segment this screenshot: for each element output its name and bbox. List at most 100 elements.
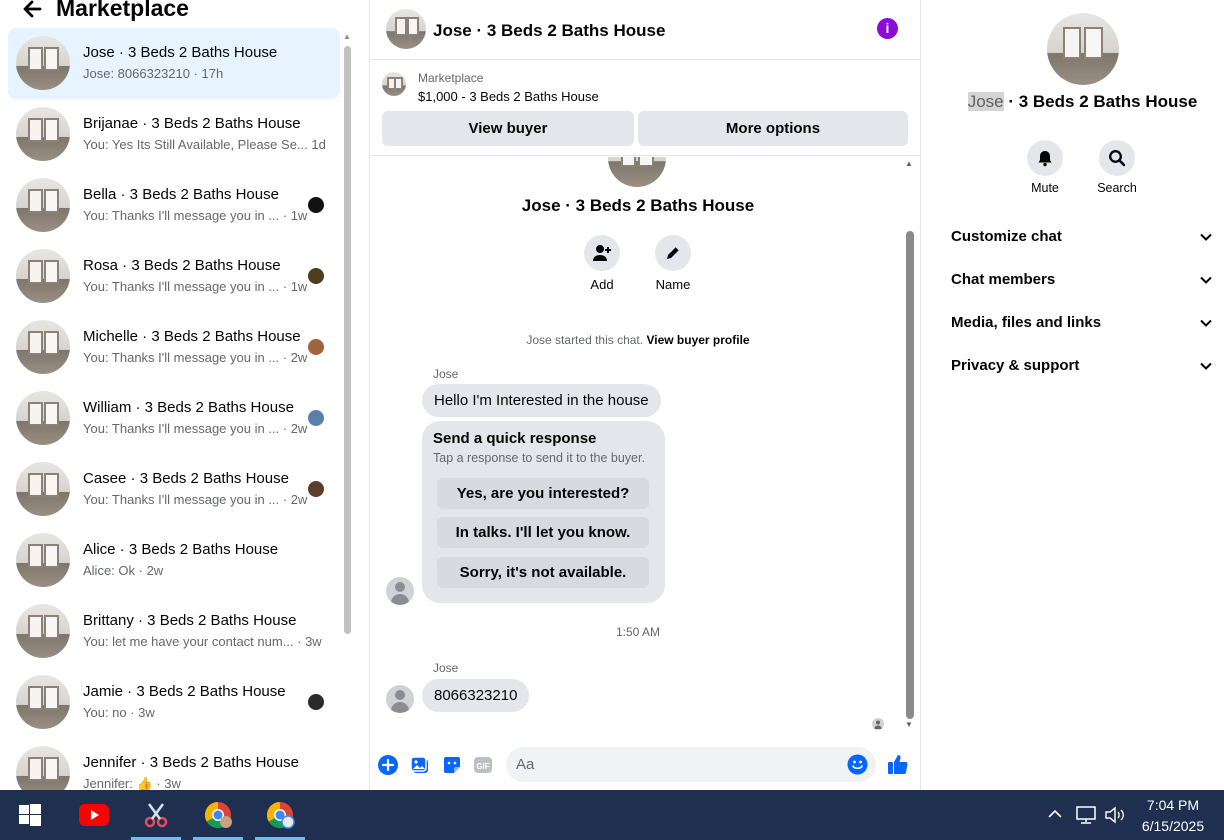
page-title: Marketplace xyxy=(56,0,189,21)
chevron-down-icon[interactable] xyxy=(1199,359,1213,373)
conversation-name: Jennifer · 3 Beds 2 Baths House xyxy=(83,754,299,771)
sender-avatar[interactable] xyxy=(386,685,414,713)
quick-reply-button[interactable]: In talks. I'll let you know. xyxy=(437,517,649,548)
conversation-name: Rosa · 3 Beds 2 Baths House xyxy=(83,257,281,274)
add-person-icon[interactable] xyxy=(584,235,620,271)
view-buyer-button[interactable]: View buyer xyxy=(382,111,634,146)
more-options-button[interactable]: More options xyxy=(638,111,908,146)
conversation-preview: You: Thanks I'll message you in ... · 2w xyxy=(83,350,308,365)
mute-action[interactable]: Mute xyxy=(1015,140,1075,195)
details-section[interactable]: Chat members xyxy=(951,271,1217,301)
thread-scrollbar[interactable]: ▲ ▼ xyxy=(904,157,916,735)
conversation-item[interactable]: Casee · 3 Beds 2 Baths House You: Thanks … xyxy=(8,454,340,525)
conversation-name: Bella · 3 Beds 2 Baths House xyxy=(83,186,279,203)
search-icon[interactable] xyxy=(1099,140,1135,176)
sender-name: Jose xyxy=(433,367,459,381)
conversation-item[interactable]: Jose · 3 Beds 2 Baths House Jose: 8066323… xyxy=(8,28,340,99)
conversation-item[interactable]: Alice · 3 Beds 2 Baths House Alice: Ok · … xyxy=(8,525,340,596)
message-input[interactable] xyxy=(516,747,836,782)
taskbar-youtube[interactable] xyxy=(69,790,119,840)
bell-icon[interactable] xyxy=(1027,140,1063,176)
plus-icon[interactable] xyxy=(377,754,399,776)
scroll-down-arrow-icon[interactable]: ▼ xyxy=(905,720,913,729)
sender-name: Jose xyxy=(433,661,459,675)
read-receipt-avatar xyxy=(308,410,324,426)
name-action[interactable]: Name xyxy=(643,235,703,292)
details-section[interactable]: Privacy & support xyxy=(951,357,1217,387)
conversation-item[interactable]: Bella · 3 Beds 2 Baths House You: Thanks … xyxy=(8,170,340,241)
conversation-item[interactable]: Michelle · 3 Beds 2 Baths House You: Than… xyxy=(8,312,340,383)
conversation-list: Jose · 3 Beds 2 Baths House Jose: 8066323… xyxy=(0,28,340,790)
chrome-icon xyxy=(204,801,232,829)
message-thread: Jose · 3 Beds 2 Baths House Add Name Jos… xyxy=(370,157,906,735)
conversation-item[interactable]: William · 3 Beds 2 Baths House You: Thank… xyxy=(8,383,340,454)
quick-reply-button[interactable]: Yes, are you interested? xyxy=(437,478,649,509)
network-icon[interactable] xyxy=(1075,805,1096,825)
mute-label: Mute xyxy=(1031,181,1059,195)
read-receipt-avatar xyxy=(308,268,324,284)
conversation-item[interactable]: Jennifer · 3 Beds 2 Baths House Jennifer:… xyxy=(8,738,340,790)
chevron-down-icon[interactable] xyxy=(1199,273,1213,287)
conversation-preview: You: Thanks I'll message you in ... · 1w xyxy=(83,208,308,223)
conversation-name: Alice · 3 Beds 2 Baths House xyxy=(83,541,279,558)
taskbar-chrome-profile[interactable] xyxy=(255,790,305,840)
conversation-item[interactable]: Rosa · 3 Beds 2 Baths House You: Thanks I… xyxy=(8,241,340,312)
listing-thumbnail[interactable] xyxy=(382,72,406,96)
search-action[interactable]: Search xyxy=(1087,140,1147,195)
message-timestamp: 1:50 AM xyxy=(615,625,661,639)
conversation-item[interactable]: Brittany · 3 Beds 2 Baths House You: let … xyxy=(8,596,340,667)
add-action[interactable]: Add xyxy=(572,235,632,292)
conversation-preview: You: let me have your contact num... · 3… xyxy=(83,634,322,649)
taskbar-snipping-tool[interactable] xyxy=(131,790,181,840)
conversation-preview: You: no · 3w xyxy=(83,705,155,720)
conversation-avatar xyxy=(16,178,70,232)
back-arrow-icon[interactable] xyxy=(20,0,44,21)
taskbar-chrome[interactable] xyxy=(193,790,243,840)
info-icon[interactable]: i xyxy=(877,18,898,39)
conversation-name: Brijanae · 3 Beds 2 Baths House xyxy=(83,115,301,132)
section-label: Privacy & support xyxy=(951,357,1080,374)
details-section[interactable]: Customize chat xyxy=(951,228,1217,258)
thumbs-up-icon[interactable] xyxy=(886,752,910,776)
scroll-up-arrow-icon[interactable]: ▲ xyxy=(343,32,351,41)
scrollbar-thumb[interactable] xyxy=(906,231,914,719)
listing-price[interactable]: $1,000 - 3 Beds 2 Baths House xyxy=(418,89,599,104)
details-section[interactable]: Media, files and links xyxy=(951,314,1217,344)
read-receipt-avatar xyxy=(308,197,324,213)
conversation-item[interactable]: Brijanae · 3 Beds 2 Baths House You: Yes … xyxy=(8,99,340,170)
view-buyer-profile-link[interactable]: View buyer profile xyxy=(646,333,749,347)
scrollbar-thumb[interactable] xyxy=(344,46,351,634)
message-bubble[interactable]: Hello I'm Interested in the house xyxy=(422,384,661,417)
sender-avatar[interactable] xyxy=(386,577,414,605)
chat-header: Jose · 3 Beds 2 Baths House i xyxy=(370,0,920,60)
chevron-down-icon[interactable] xyxy=(1199,316,1213,330)
conversation-name: William · 3 Beds 2 Baths House xyxy=(83,399,294,416)
system-clock[interactable]: 7:04 PM 6/15/2025 xyxy=(1128,795,1218,837)
conversation-item[interactable]: Jamie · 3 Beds 2 Baths House You: no · 3w xyxy=(8,667,340,738)
chevron-down-icon[interactable] xyxy=(1199,230,1213,244)
youtube-icon xyxy=(79,804,109,826)
start-button[interactable] xyxy=(5,790,55,840)
search-label: Search xyxy=(1097,181,1137,195)
read-receipt-avatar xyxy=(308,339,324,355)
photo-icon[interactable] xyxy=(409,754,431,776)
volume-icon[interactable] xyxy=(1104,805,1124,825)
chat-avatar[interactable] xyxy=(386,9,426,49)
sidebar-scrollbar[interactable]: ▲ xyxy=(341,28,353,790)
message-bubble[interactable]: 8066323210 xyxy=(422,679,530,712)
emoji-icon[interactable] xyxy=(847,754,868,775)
gif-icon[interactable]: GIF xyxy=(472,754,494,776)
details-title: Jose · 3 Beds 2 Baths House xyxy=(935,92,1224,112)
message-input-wrapper xyxy=(506,747,876,782)
scroll-up-arrow-icon[interactable]: ▲ xyxy=(905,159,913,168)
chat-panel: Jose · 3 Beds 2 Baths House i Marketplac… xyxy=(370,0,920,790)
sticker-icon[interactable] xyxy=(441,754,463,776)
thread-avatar xyxy=(608,157,666,187)
chat-title[interactable]: Jose · 3 Beds 2 Baths House xyxy=(433,21,665,41)
quick-reply-button[interactable]: Sorry, it's not available. xyxy=(437,557,649,588)
pencil-icon[interactable] xyxy=(655,235,691,271)
messenger-app: Marketplace Jose · 3 Beds 2 Baths House J… xyxy=(0,0,1224,790)
conversation-avatar xyxy=(16,533,70,587)
show-hidden-icons-chevron-icon[interactable] xyxy=(1046,805,1066,825)
conversation-avatar xyxy=(16,391,70,445)
